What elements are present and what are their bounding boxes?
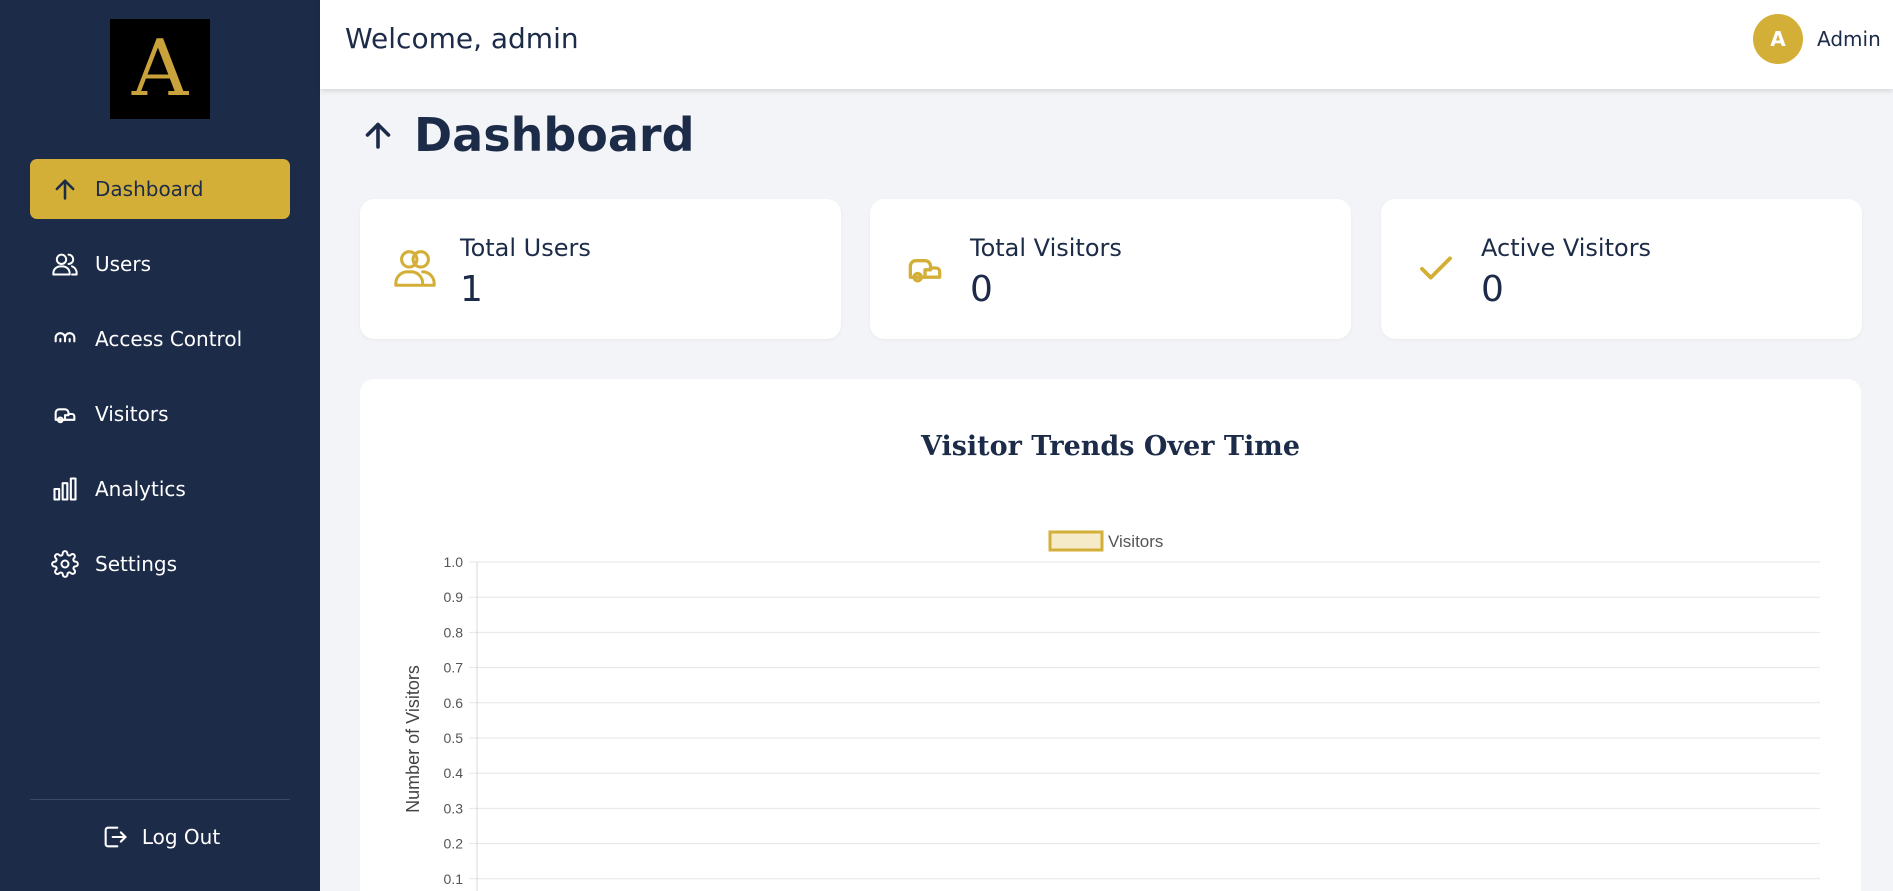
sidebar-item-settings[interactable]: Settings <box>30 534 290 594</box>
gear-icon <box>50 549 80 579</box>
stat-label: Active Visitors <box>1481 234 1652 262</box>
sidebar-item-label: Visitors <box>95 402 169 426</box>
sidebar-item-analytics[interactable]: Analytics <box>30 459 290 519</box>
logo-letter: A <box>131 24 189 114</box>
bar-chart-icon <box>50 474 80 504</box>
page-title: Dashboard <box>414 108 695 162</box>
y-tick-label: 0.3 <box>444 800 464 816</box>
welcome-message: Welcome, admin <box>345 22 579 55</box>
check-icon <box>1413 245 1459 291</box>
y-tick-label: 0.1 <box>444 871 464 887</box>
y-axis-label: Number of Visitors <box>403 665 423 813</box>
y-tick-label: 0.2 <box>444 836 464 852</box>
logo: A <box>110 19 210 119</box>
stat-card-total-users: Total Users 1 <box>360 199 841 339</box>
arrow-up-icon <box>360 117 396 153</box>
sidebar-item-label: Users <box>95 252 152 276</box>
arrow-up-icon <box>50 174 80 204</box>
sidebar-item-users[interactable]: Users <box>30 234 290 294</box>
sidebar-item-access-control[interactable]: Access Control <box>30 309 290 369</box>
y-tick-label: 0.8 <box>444 624 464 640</box>
y-tick-label: 0.4 <box>444 765 464 781</box>
top-header: Welcome, admin A Admin <box>320 0 1893 89</box>
avatar[interactable]: A <box>1753 14 1803 64</box>
y-tick-label: 0.9 <box>444 589 464 605</box>
chart-panel: Visitor Trends Over Time Visitors 1.0 0.9 0… <box>360 379 1861 891</box>
y-tick-label: 0.7 <box>444 660 464 676</box>
logout-icon <box>100 822 130 852</box>
stat-value: 0 <box>970 269 993 310</box>
sidebar-item-dashboard[interactable]: Dashboard <box>30 159 290 219</box>
y-tick-label: 0.6 <box>444 695 464 711</box>
sidebar-item-label: Analytics <box>95 477 186 501</box>
stat-card-active-visitors: Active Visitors 0 <box>1381 199 1862 339</box>
y-tick-label: 0.5 <box>444 730 464 746</box>
visitor-trends-chart: Visitors 1.0 0.9 0.8 0.7 0.6 0.5 0.4 0.3 0.2 0.1 Nu… <box>403 530 1820 891</box>
user-name[interactable]: Admin <box>1817 27 1881 51</box>
sidebar-item-label: Access Control <box>95 327 243 351</box>
stat-card-total-visitors: Total Visitors 0 <box>870 199 1351 339</box>
sidebar-item-label: Settings <box>95 552 178 576</box>
logout-button[interactable]: Log Out <box>30 815 290 859</box>
sidebar-item-label: Dashboard <box>95 177 204 201</box>
vehicle-icon <box>902 245 948 291</box>
sidebar: A Dashboard Users Access Control Visitor… <box>0 0 320 891</box>
legend-label: Visitors <box>1108 532 1163 551</box>
page-heading: Dashboard <box>360 108 695 162</box>
users-icon <box>392 245 438 291</box>
stat-value: 1 <box>460 269 483 310</box>
y-tick-label: 1.0 <box>444 554 464 570</box>
stat-label: Total Visitors <box>970 234 1122 262</box>
sidebar-divider <box>30 799 290 800</box>
stat-value: 0 <box>1481 269 1504 310</box>
users-icon <box>50 249 80 279</box>
stat-label: Total Users <box>460 234 591 262</box>
access-icon <box>50 324 80 354</box>
sidebar-item-visitors[interactable]: Visitors <box>30 384 290 444</box>
legend-swatch <box>1048 530 1104 552</box>
vehicle-icon <box>50 399 80 429</box>
logout-label: Log Out <box>141 825 221 849</box>
